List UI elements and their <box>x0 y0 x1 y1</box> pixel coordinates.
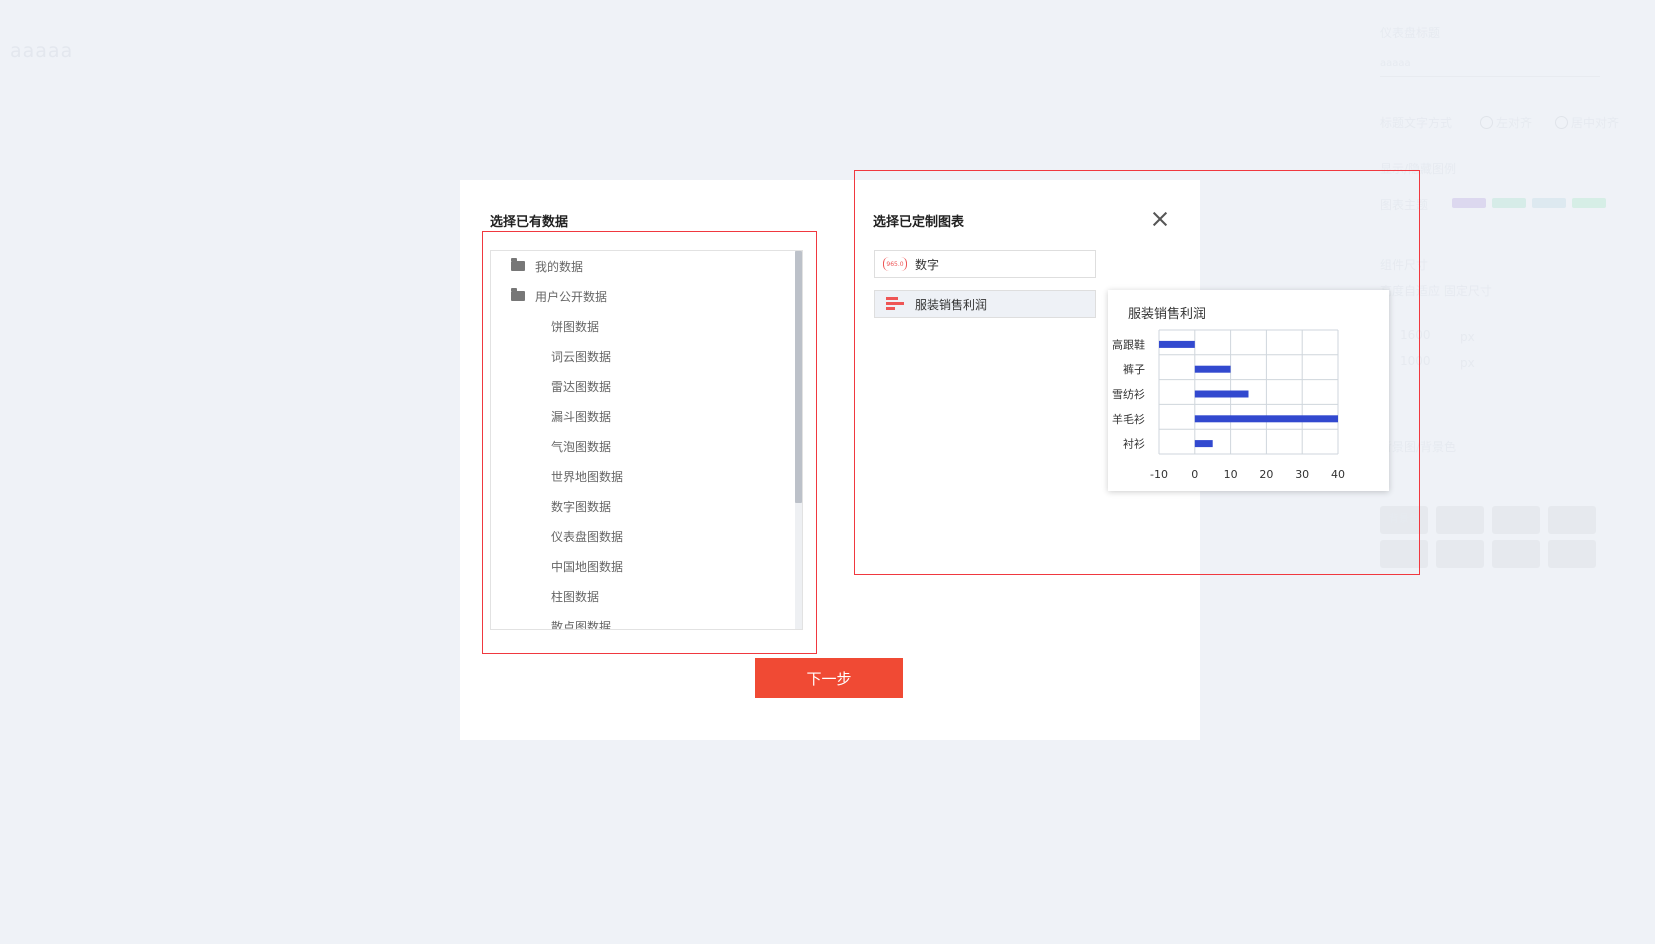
bar <box>1194 440 1213 448</box>
bg-image-thumb-6[interactable] <box>1492 540 1540 568</box>
bar-chart-icon <box>883 297 907 311</box>
app-title: aaaaa <box>10 40 74 62</box>
tree-item-label: 世界地图数据 <box>551 469 624 484</box>
chart-item-label: 数字 <box>915 257 940 272</box>
category-label: 高跟鞋 <box>1112 337 1145 351</box>
number-chart-icon-text: 965.0 <box>883 257 907 271</box>
tree-item-label: 饼图数据 <box>551 319 600 334</box>
tree-item-label: 词云图数据 <box>551 349 612 364</box>
theme-swatch-1[interactable] <box>1452 198 1486 208</box>
radio-left-label: 左对齐 <box>1496 116 1533 130</box>
category-label: 羊毛衫 <box>1112 412 1145 426</box>
tree-item-label: 雷达图数据 <box>551 379 612 394</box>
bar <box>1194 365 1231 373</box>
tree-item[interactable]: 数字图数据 <box>551 496 611 516</box>
category-label: 裤子 <box>1123 362 1145 376</box>
dashboard-title-input[interactable]: aaaaa <box>1380 58 1411 69</box>
chart-item-label: 服装销售利润 <box>915 297 988 312</box>
bar <box>1159 340 1195 348</box>
tree-folder-item[interactable]: 用户公开数据 <box>511 286 607 306</box>
close-icon[interactable] <box>1150 209 1170 229</box>
tree-item[interactable]: 中国地图数据 <box>551 556 623 576</box>
tree-item[interactable]: 仪表盘图数据 <box>551 526 623 546</box>
tree-item-label: 仪表盘图数据 <box>551 529 624 544</box>
tree-item-label: 我的数据 <box>535 259 584 274</box>
tree-item[interactable]: 世界地图数据 <box>551 466 623 486</box>
category-label: 衬衫 <box>1123 438 1145 451</box>
tree-item-label: 柱图数据 <box>551 589 600 604</box>
bar <box>1194 390 1249 398</box>
tree-item[interactable]: 散点图数据 <box>551 616 611 630</box>
radio-center-align[interactable] <box>1555 116 1568 129</box>
width-unit: px <box>1460 330 1475 344</box>
tree-item-label: 数字图数据 <box>551 499 612 514</box>
theme-swatch-4[interactable] <box>1572 198 1606 208</box>
bar <box>1194 415 1338 423</box>
theme-swatch-3[interactable] <box>1532 198 1566 208</box>
tree-item[interactable]: 雷达图数据 <box>551 376 611 396</box>
bg-image-thumb-3[interactable] <box>1548 506 1596 534</box>
radio-center-label: 居中对齐 <box>1571 116 1620 130</box>
tree-item[interactable]: 词云图数据 <box>551 346 611 366</box>
x-tick-label: 0 <box>1191 468 1198 481</box>
tree-item[interactable]: 漏斗图数据 <box>551 406 611 426</box>
bg-image-thumb-2[interactable] <box>1492 506 1540 534</box>
tree-item[interactable]: 柱图数据 <box>551 586 599 606</box>
chart-item-number[interactable]: 965.0 数字 <box>874 250 1096 278</box>
category-label: 雪纺衫 <box>1112 387 1145 401</box>
tree-item[interactable]: 气泡图数据 <box>551 436 611 456</box>
chart-item-clothing-profit[interactable]: 服装销售利润 <box>874 290 1096 318</box>
theme-swatch-2[interactable] <box>1492 198 1526 208</box>
chart-preview: 服装销售利润 -10 0 10 20 30 40 高跟鞋 裤子 雪纺衫 羊毛衫 衬衫 <box>1108 290 1389 491</box>
input-underline <box>1380 76 1600 77</box>
tree-item-label: 气泡图数据 <box>551 439 612 454</box>
bar-chart: -10 0 10 20 30 40 高跟鞋裤子雪纺衫羊毛衫衬衫 <box>1112 329 1345 481</box>
title-align-label: 标题文字方式 <box>1380 116 1453 130</box>
x-tick-label: -10 <box>1150 468 1168 481</box>
folder-icon <box>511 258 525 271</box>
tree-item[interactable]: 饼图数据 <box>551 316 599 336</box>
tree-scrollbar-thumb[interactable] <box>795 251 802 503</box>
radio-left-align[interactable] <box>1480 116 1493 129</box>
tree-item-label: 散点图数据 <box>551 619 612 630</box>
next-step-button[interactable]: 下一步 <box>755 658 903 698</box>
bg-image-thumb-5[interactable] <box>1436 540 1484 568</box>
tree-item-label: 用户公开数据 <box>535 289 608 304</box>
tree-folder-item[interactable]: 我的数据 <box>511 256 583 276</box>
x-tick-label: 40 <box>1331 468 1345 481</box>
bg-image-thumb-1[interactable] <box>1436 506 1484 534</box>
data-section-title: 选择已有数据 <box>490 215 569 230</box>
folder-icon <box>511 288 525 301</box>
x-tick-label: 20 <box>1259 468 1273 481</box>
bg-image-thumb-7[interactable] <box>1548 540 1596 568</box>
x-tick-label: 30 <box>1295 468 1309 481</box>
tree-item-label: 中国地图数据 <box>551 559 624 574</box>
height-unit: px <box>1460 356 1475 370</box>
x-tick-label: 10 <box>1224 468 1238 481</box>
data-tree[interactable]: 我的数据用户公开数据饼图数据词云图数据雷达图数据漏斗图数据气泡图数据世界地图数据… <box>490 250 803 630</box>
number-chart-icon: 965.0 <box>883 257 907 271</box>
dashboard-title-label: 仪表盘标题 <box>1380 26 1441 40</box>
tree-item-label: 漏斗图数据 <box>551 409 612 424</box>
